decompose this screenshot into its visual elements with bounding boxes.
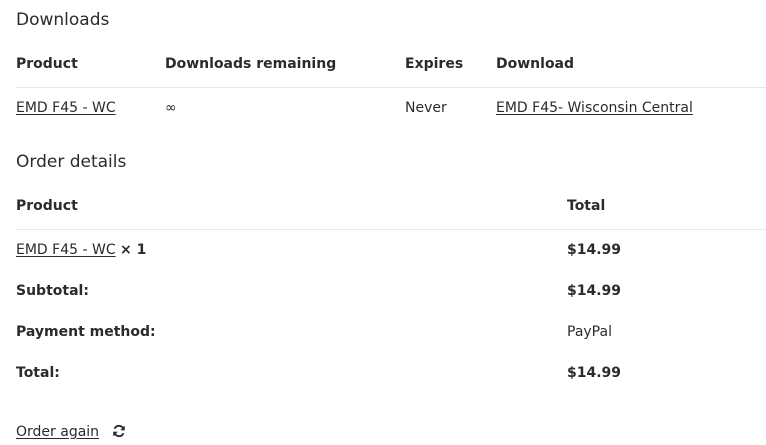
payment-method-label: Payment method: xyxy=(16,324,156,340)
order-header-product: Product xyxy=(16,198,78,214)
payment-method-value: PayPal xyxy=(567,324,612,340)
subtotal-value: $14.99 xyxy=(567,283,622,299)
download-row-expires: Never xyxy=(405,100,447,116)
download-row-product-link[interactable]: EMD F45 - WC xyxy=(16,99,116,117)
order-details-divider xyxy=(16,229,766,230)
order-details-title: Order details xyxy=(16,152,127,172)
total-label: Total: xyxy=(16,365,60,381)
total-value: $14.99 xyxy=(567,365,622,381)
order-header-total: Total xyxy=(567,198,606,214)
order-item-row: EMD F45 - WC × 1 xyxy=(16,241,146,259)
order-item-quantity: × 1 xyxy=(120,242,147,258)
refresh-icon[interactable] xyxy=(112,424,126,438)
download-row-remaining: ∞ xyxy=(165,100,177,116)
order-item-product-link[interactable]: EMD F45 - WC xyxy=(16,242,116,258)
downloads-divider xyxy=(16,87,766,88)
subtotal-label: Subtotal: xyxy=(16,283,89,299)
download-file-link[interactable]: EMD F45- Wisconsin Central xyxy=(496,99,693,117)
downloads-header-expires: Expires xyxy=(405,56,464,72)
order-again-link[interactable]: Order again xyxy=(16,424,99,440)
downloads-header-download: Download xyxy=(496,56,575,72)
order-item-total: $14.99 xyxy=(567,242,622,258)
downloads-header-product: Product xyxy=(16,56,78,72)
order-again-row: Order again xyxy=(16,423,126,441)
downloads-header-remaining: Downloads remaining xyxy=(165,56,337,72)
downloads-title: Downloads xyxy=(16,10,110,30)
